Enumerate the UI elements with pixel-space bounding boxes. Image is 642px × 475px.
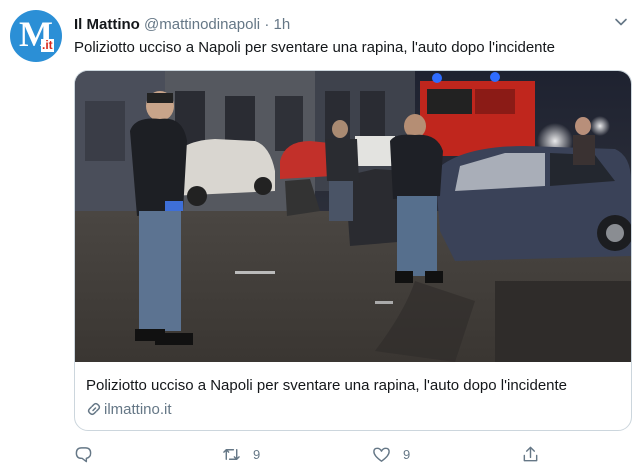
tweet-timestamp[interactable]: 1h: [273, 16, 290, 33]
share-icon: [523, 446, 538, 461]
link-icon: [87, 402, 101, 416]
reply-button[interactable]: [74, 443, 105, 465]
share-button[interactable]: [521, 443, 540, 465]
like-button[interactable]: 9: [372, 443, 410, 465]
reply-icon: [75, 446, 92, 462]
avatar-logo-letter: M: [19, 14, 53, 54]
author-name[interactable]: Il Mattino: [74, 16, 140, 33]
tweet-header: Il Mattino @mattinodinapoli · 1h: [74, 15, 290, 35]
news-photo[interactable]: [75, 71, 631, 362]
author-handle[interactable]: @mattinodinapoli: [144, 16, 260, 33]
link-card[interactable]: Poliziotto ucciso a Napoli per sventare …: [74, 70, 632, 431]
more-options-button[interactable]: [611, 12, 631, 32]
tweet-actions: 9 9: [74, 443, 574, 465]
retweet-button[interactable]: 9: [222, 443, 260, 465]
retweet-icon: [223, 448, 240, 460]
card-domain: ilmattino.it: [86, 400, 172, 420]
header-separator: ·: [264, 16, 270, 33]
like-count: 9: [403, 446, 411, 462]
chevron-down-icon: [615, 18, 627, 26]
heart-icon: [373, 447, 390, 462]
tweet[interactable]: M .it Il Mattino @mattinodinapoli · 1h P…: [0, 0, 642, 475]
retweet-count: 9: [253, 446, 261, 462]
card-domain-text: ilmattino.it: [104, 401, 172, 418]
card-title: Poliziotto ucciso a Napoli per sventare …: [86, 377, 568, 394]
avatar[interactable]: M .it: [10, 10, 62, 62]
tweet-text: Poliziotto ucciso a Napoli per sventare …: [74, 39, 556, 56]
avatar-logo-suffix: .it: [41, 38, 54, 52]
